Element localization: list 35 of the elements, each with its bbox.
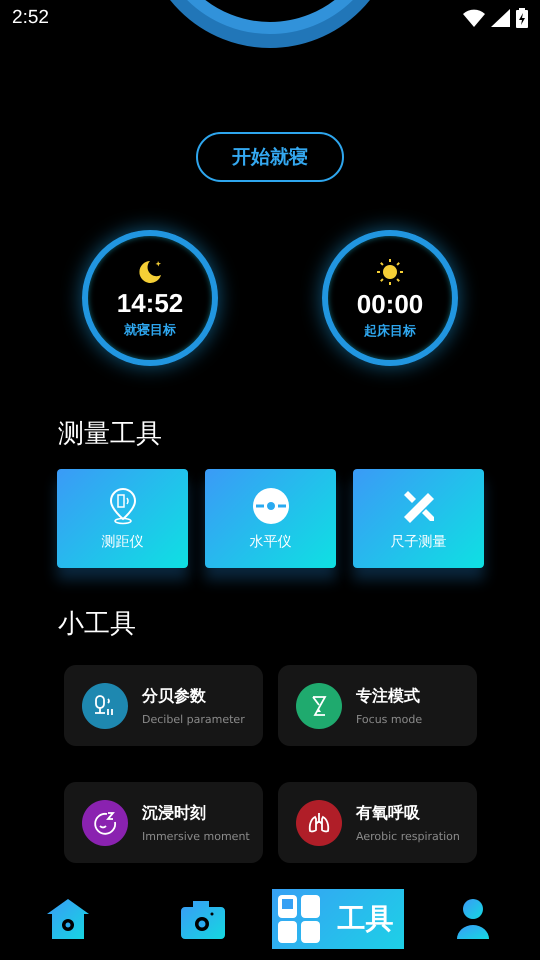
tool-label: 水平仪 xyxy=(250,532,292,550)
home-icon xyxy=(44,897,90,941)
tool-title: 分贝参数 xyxy=(142,686,207,706)
target-ring[interactable]: 00:00 起床目标 xyxy=(322,230,458,366)
tool-label: 测距仪 xyxy=(102,532,144,550)
person-icon xyxy=(454,897,490,941)
location-pin-icon xyxy=(108,486,138,524)
small-tool-card[interactable]: 沉浸时刻 Immersive moment xyxy=(64,782,263,863)
tool-subtitle: Aerobic respiration xyxy=(356,830,460,842)
small-tool-card[interactable]: 有氧呼吸 Aerobic respiration xyxy=(278,782,477,863)
tool-title: 沉浸时刻 xyxy=(142,802,207,824)
sleepy-face-icon xyxy=(92,810,118,836)
section-title: 测量工具 xyxy=(58,418,162,451)
tool-title: 有氧呼吸 xyxy=(356,802,421,824)
tool-subtitle: Decibel parameter xyxy=(142,712,245,726)
tool-subtitle: Immersive moment xyxy=(142,830,250,842)
status-time: 2:52 xyxy=(12,7,49,29)
target-time: 14:52 xyxy=(116,288,184,318)
target-label: 就寝目标 xyxy=(124,322,176,338)
grid-icon xyxy=(278,895,320,943)
tool-subtitle: Focus mode xyxy=(356,712,422,726)
section-title: 小工具 xyxy=(58,608,136,641)
tool-label: 尺子测量 xyxy=(390,532,446,550)
signal-icon xyxy=(491,9,510,27)
target-ring[interactable]: 14:52 就寝目标 xyxy=(82,230,218,366)
battery-icon xyxy=(516,8,528,28)
small-tool-card[interactable]: 分贝参数 Decibel parameter xyxy=(64,665,263,746)
target-time: 00:00 xyxy=(356,288,424,320)
tool-title: 专注模式 xyxy=(356,686,421,706)
small-tool-card[interactable]: 专注模式 Focus mode xyxy=(278,665,477,746)
target-label: 起床目标 xyxy=(364,322,416,340)
sun-icon xyxy=(375,256,405,286)
level-icon xyxy=(252,486,290,524)
wifi-icon xyxy=(463,9,485,27)
start-sleep-button[interactable]: 开始就寝 xyxy=(196,132,344,182)
